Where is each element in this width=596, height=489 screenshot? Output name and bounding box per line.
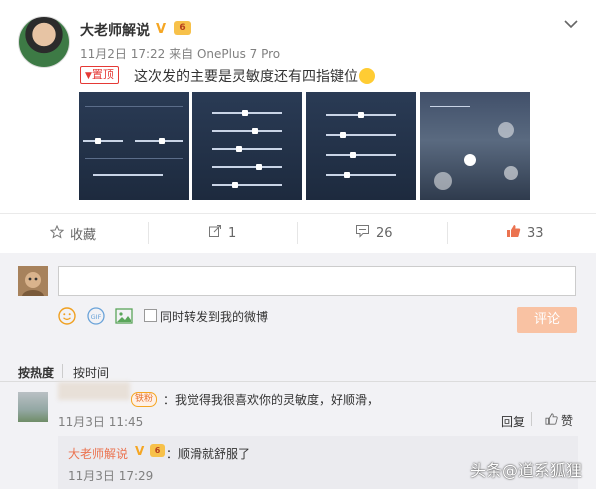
chevron-down-icon[interactable] — [564, 14, 578, 33]
post-image-3[interactable] — [306, 92, 416, 200]
comment-count: 26 — [376, 225, 393, 241]
thumbs-up-icon — [506, 224, 521, 242]
star-icon — [49, 224, 65, 243]
level-badge: 6 — [174, 21, 191, 35]
separator — [531, 412, 532, 426]
pinned-badge: ▼置顶 — [80, 66, 119, 84]
svg-text:GIF: GIF — [91, 313, 102, 321]
repost-icon — [208, 224, 222, 242]
commenter-name-redacted[interactable] — [58, 382, 130, 400]
image-icon[interactable] — [115, 307, 133, 325]
level-badge: 6 — [150, 444, 165, 457]
comment-button[interactable]: 26 — [355, 224, 393, 242]
also-repost-checkbox[interactable] — [144, 309, 157, 322]
author-avatar[interactable] — [18, 16, 70, 68]
like-button[interactable]: 33 — [506, 224, 544, 242]
post-text-content: 这次发的主要是灵敏度还有四指键位 — [134, 69, 358, 85]
favorite-button[interactable]: 收藏 — [49, 224, 97, 243]
sort-by-hot-tab[interactable]: 按热度 — [18, 364, 54, 381]
separator — [148, 222, 149, 244]
submit-comment-button[interactable]: 评论 — [517, 307, 577, 333]
post-text: 这次发的主要是灵敏度还有四指键位 — [134, 66, 375, 86]
fan-badge: 铁粉 — [131, 392, 158, 407]
post-source-prefix: 来自 — [169, 47, 194, 61]
post-image-1[interactable] — [79, 92, 189, 200]
verified-badge-icon: V — [156, 22, 167, 37]
comment-text-content: 我觉得我很喜欢你的灵敏度，好顺滑， — [175, 393, 380, 407]
sort-by-time-tab[interactable]: 按时间 — [73, 364, 109, 381]
thumbs-up-icon — [545, 413, 558, 428]
pin-icon: ▼ — [85, 71, 92, 81]
post-image-2[interactable] — [192, 92, 302, 200]
separator — [297, 222, 298, 244]
pin-label: 置顶 — [91, 68, 114, 81]
laughing-emoji-icon — [359, 68, 375, 84]
verified-badge-icon: V — [135, 444, 145, 458]
also-repost-label[interactable]: 同时转发到我的微博 — [160, 308, 268, 325]
comment-text: ：我觉得我很喜欢你的灵敏度，好顺滑， — [163, 393, 380, 407]
author-name[interactable]: 大老师解说 — [80, 20, 150, 40]
post-date[interactable]: 11月2日 17:22 — [80, 47, 165, 61]
post-image-4[interactable] — [420, 92, 530, 200]
separator — [447, 222, 448, 244]
separator — [62, 364, 63, 378]
comment-time: 11月3日 11:45 — [58, 415, 144, 429]
repost-count: 1 — [228, 225, 237, 241]
gif-icon[interactable]: GIF — [87, 307, 105, 325]
reply-text: ：顺滑就舒服了 — [166, 447, 251, 461]
favorite-label: 收藏 — [70, 228, 97, 243]
action-bar: 收藏 1 26 33 — [0, 214, 596, 252]
reply-author-name[interactable]: 大老师解说 — [68, 445, 128, 462]
like-count: 33 — [527, 225, 544, 241]
comment-like-button[interactable]: 赞 — [545, 412, 573, 429]
reply-time: 11月3日 17:29 — [68, 469, 154, 483]
emoji-icon[interactable] — [58, 307, 76, 325]
current-user-avatar[interactable] — [18, 266, 48, 296]
reply-text-content: 顺滑就舒服了 — [178, 447, 251, 461]
post-meta: 11月2日 17:22 来自 OnePlus 7 Pro — [80, 45, 280, 62]
watermark: 头条@道系狐狸 — [470, 461, 583, 480]
comment-icon — [355, 224, 370, 242]
commenter-avatar[interactable] — [18, 392, 48, 422]
comment-input[interactable] — [58, 266, 576, 296]
comment-like-label: 赞 — [561, 414, 574, 428]
reply-button[interactable]: 回复 — [501, 413, 525, 430]
repost-button[interactable]: 1 — [208, 224, 236, 242]
post-source[interactable]: OnePlus 7 Pro — [197, 47, 280, 61]
